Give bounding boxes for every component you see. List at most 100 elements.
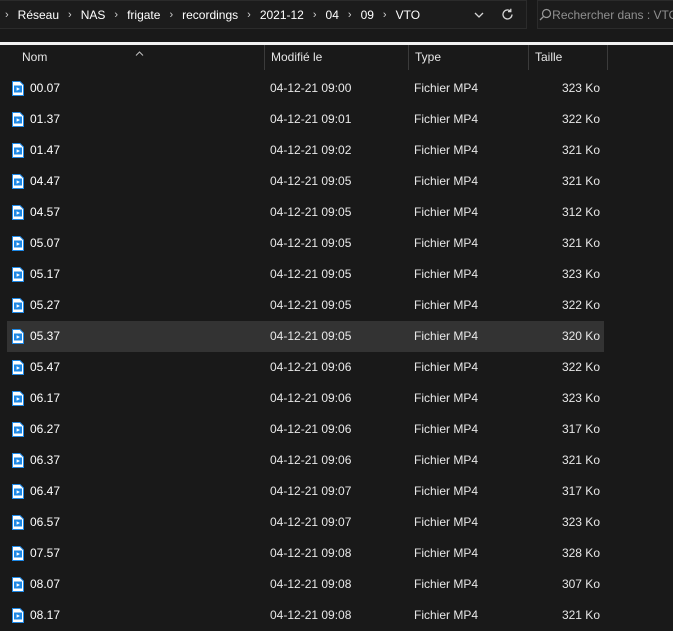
file-row[interactable]: 05.47 04-12-21 09:06 Fichier MP4 322 Ko [7, 352, 604, 383]
file-row[interactable]: 00.07 04-12-21 09:00 Fichier MP4 323 Ko [7, 73, 604, 104]
file-row[interactable]: 06.27 04-12-21 09:06 Fichier MP4 317 Ko [7, 414, 604, 445]
file-row[interactable]: 01.47 04-12-21 09:02 Fichier MP4 321 Ko [7, 135, 604, 166]
breadcrumb-item[interactable]: › 04 [304, 8, 339, 22]
file-size: 307 Ko [561, 577, 600, 591]
file-type: Fichier MP4 [414, 174, 479, 188]
sort-ascending-icon [135, 41, 144, 66]
file-name: 08.17 [30, 608, 61, 622]
video-file-icon [12, 360, 24, 375]
file-modified: 04-12-21 09:06 [270, 391, 352, 405]
video-file-icon [12, 453, 24, 468]
file-name: 04.47 [30, 174, 61, 188]
file-name: 06.27 [30, 422, 61, 436]
column-header-modified[interactable]: Modifié le [265, 45, 409, 70]
breadcrumb-item[interactable]: › 09 [339, 8, 374, 22]
video-file-icon [12, 329, 24, 344]
file-row[interactable]: 08.07 04-12-21 09:08 Fichier MP4 307 Ko [7, 569, 604, 600]
video-file-icon [12, 236, 24, 251]
file-row[interactable]: 06.57 04-12-21 09:07 Fichier MP4 323 Ko [7, 507, 604, 538]
file-row[interactable]: 01.37 04-12-21 09:01 Fichier MP4 322 Ko [7, 104, 604, 135]
file-row[interactable]: 06.37 04-12-21 09:06 Fichier MP4 321 Ko [7, 445, 604, 476]
file-name: 05.27 [30, 298, 61, 312]
file-type: Fichier MP4 [414, 112, 479, 126]
file-row[interactable]: 06.47 04-12-21 09:07 Fichier MP4 317 Ko [7, 476, 604, 507]
chevron-right-icon[interactable]: › [383, 9, 387, 21]
column-header-type[interactable]: Type [409, 45, 529, 70]
file-row[interactable]: 06.17 04-12-21 09:06 Fichier MP4 323 Ko [7, 383, 604, 414]
file-type: Fichier MP4 [414, 267, 479, 281]
file-type: Fichier MP4 [414, 608, 479, 622]
file-type: Fichier MP4 [414, 391, 479, 405]
breadcrumb-label: Réseau [17, 7, 60, 22]
column-header-name-label: Nom [22, 50, 48, 64]
file-type: Fichier MP4 [414, 515, 479, 529]
file-type: Fichier MP4 [414, 577, 479, 591]
file-modified: 04-12-21 09:02 [270, 143, 352, 157]
breadcrumb-item[interactable]: › VTO [374, 8, 420, 22]
chevron-right-icon[interactable]: › [247, 9, 251, 21]
column-header-size-label: Taille [535, 50, 563, 64]
file-type: Fichier MP4 [414, 422, 479, 436]
file-type: Fichier MP4 [414, 546, 479, 560]
file-size: 321 Ko [561, 453, 600, 467]
search-box[interactable]: Rechercher dans : VTO [537, 0, 673, 29]
file-type: Fichier MP4 [414, 143, 479, 157]
video-file-icon [12, 608, 24, 623]
address-bar[interactable]: › Réseau › NAS › frigate › recordings › 2021-12 › 0… [0, 0, 527, 29]
file-row[interactable]: 08.17 04-12-21 09:08 Fichier MP4 321 Ko [7, 600, 604, 631]
breadcrumb-item[interactable]: › NAS [59, 8, 105, 22]
file-row[interactable]: 07.57 04-12-21 09:08 Fichier MP4 328 Ko [7, 538, 604, 569]
file-modified: 04-12-21 09:06 [270, 360, 352, 374]
file-name: 08.07 [30, 577, 61, 591]
file-modified: 04-12-21 09:05 [270, 205, 352, 219]
chevron-right-icon[interactable]: › [114, 9, 118, 21]
file-size: 320 Ko [561, 329, 600, 343]
column-header-name[interactable]: Nom [0, 45, 265, 70]
file-name: 06.57 [30, 515, 61, 529]
refresh-button[interactable] [492, 1, 522, 28]
file-size: 328 Ko [561, 546, 600, 560]
breadcrumb-label: recordings [182, 7, 239, 22]
file-modified: 04-12-21 09:05 [270, 329, 352, 343]
chevron-right-icon[interactable]: › [169, 9, 173, 21]
file-type: Fichier MP4 [414, 484, 479, 498]
file-size: 312 Ko [561, 205, 600, 219]
chevron-right-icon[interactable]: › [68, 9, 72, 21]
file-type: Fichier MP4 [414, 298, 479, 312]
file-size: 322 Ko [561, 360, 600, 374]
file-type: Fichier MP4 [414, 453, 479, 467]
breadcrumb-item[interactable]: › Réseau [0, 8, 59, 22]
file-name: 01.37 [30, 112, 61, 126]
file-modified: 04-12-21 09:06 [270, 422, 352, 436]
breadcrumb: › Réseau › NAS › frigate › recordings › 2021-12 › 0… [0, 8, 420, 22]
video-file-icon [12, 298, 24, 313]
breadcrumb-label: NAS [80, 7, 106, 22]
file-name: 06.17 [30, 391, 61, 405]
chevron-right-icon[interactable]: › [348, 9, 352, 21]
file-size: 321 Ko [561, 174, 600, 188]
breadcrumb-label: 2021-12 [259, 7, 304, 22]
search-icon [538, 8, 552, 21]
file-row[interactable]: 05.17 04-12-21 09:05 Fichier MP4 323 Ko [7, 259, 604, 290]
address-dropdown-button[interactable] [464, 1, 494, 28]
file-row[interactable]: 04.47 04-12-21 09:05 Fichier MP4 321 Ko [7, 166, 604, 197]
file-name: 01.47 [30, 143, 61, 157]
column-header-size[interactable]: Taille [529, 45, 608, 70]
file-row[interactable]: 05.27 04-12-21 09:05 Fichier MP4 322 Ko [7, 290, 604, 321]
breadcrumb-item[interactable]: › frigate [105, 8, 160, 22]
file-modified: 04-12-21 09:06 [270, 453, 352, 467]
file-row[interactable]: 05.37 04-12-21 09:05 Fichier MP4 320 Ko [7, 321, 604, 352]
chevron-right-icon[interactable]: › [313, 9, 317, 21]
breadcrumb-item[interactable]: › recordings [160, 8, 238, 22]
breadcrumb-label: frigate [127, 7, 161, 22]
chevron-right-icon[interactable]: › [5, 9, 9, 21]
file-row[interactable]: 05.07 04-12-21 09:05 Fichier MP4 321 Ko [7, 228, 604, 259]
file-size: 322 Ko [561, 298, 600, 312]
file-name: 05.17 [30, 267, 61, 281]
file-name: 05.47 [30, 360, 61, 374]
file-modified: 04-12-21 09:05 [270, 267, 352, 281]
search-input[interactable]: Rechercher dans : VTO [552, 8, 673, 22]
file-row[interactable]: 04.57 04-12-21 09:05 Fichier MP4 312 Ko [7, 197, 604, 228]
video-file-icon [12, 205, 24, 220]
breadcrumb-item[interactable]: › 2021-12 [238, 8, 304, 22]
